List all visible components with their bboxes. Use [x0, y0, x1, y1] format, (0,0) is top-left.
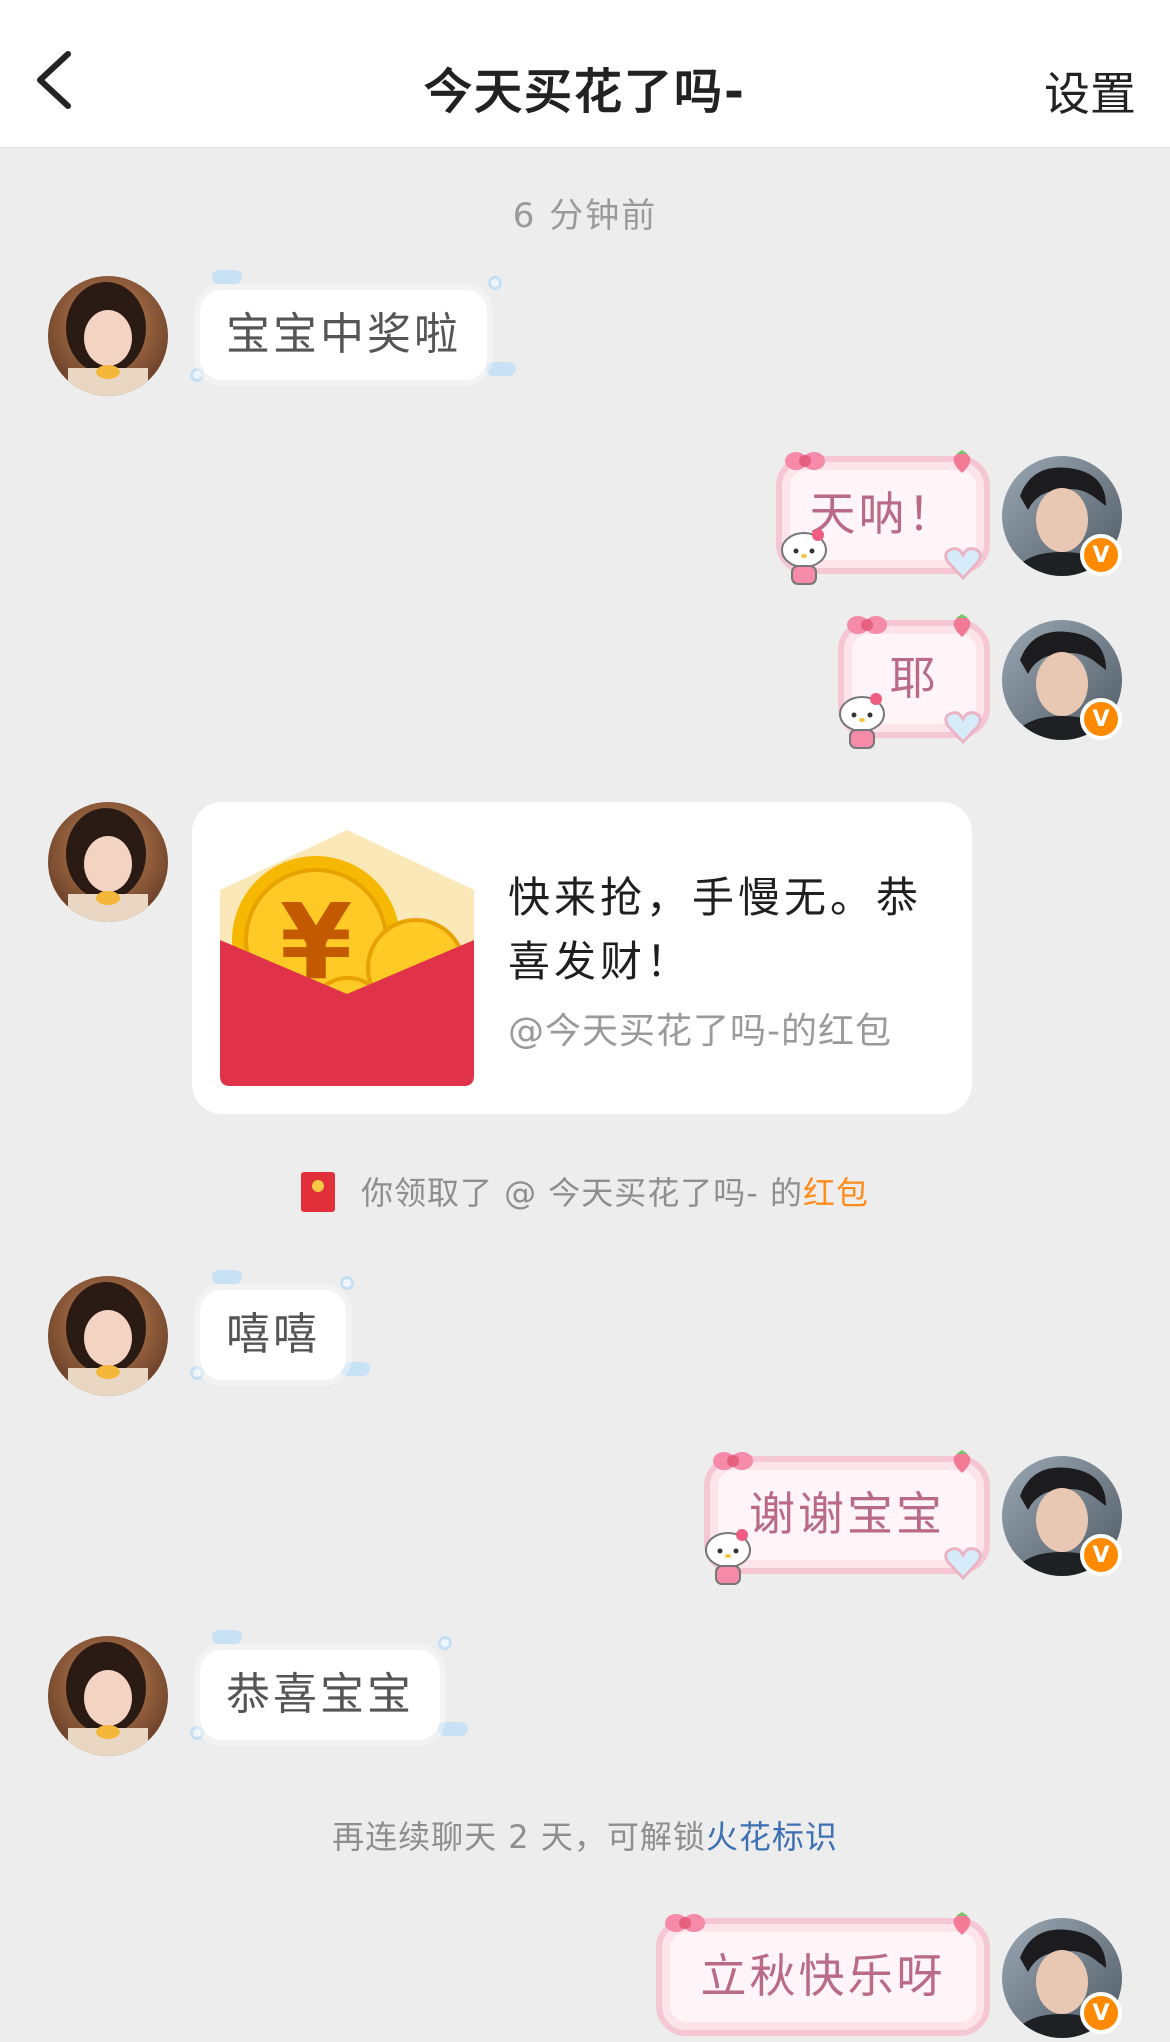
verified-badge-icon: V	[1080, 534, 1122, 576]
bow-icon	[847, 616, 887, 634]
message-timestamp: 6 分钟前	[512, 196, 658, 236]
contact-avatar[interactable]	[48, 802, 168, 922]
hello-kitty-icon	[839, 693, 885, 749]
red-packet-sender: @今天买花了吗-的红包	[508, 1011, 892, 1052]
contact-avatar[interactable]	[48, 1636, 168, 1756]
red-packet-small-icon	[300, 1172, 335, 1212]
contact-avatar[interactable]	[48, 276, 168, 396]
chat-header: 今天买花了吗- 设置	[0, 0, 1170, 148]
red-packet-icon: ¥	[220, 830, 474, 1086]
chat-title: 今天买花了吗-	[424, 64, 746, 120]
strawberry-icon	[953, 450, 971, 473]
heart-icon	[944, 711, 982, 744]
verified-badge-icon: V	[1080, 698, 1122, 740]
strawberry-icon	[953, 614, 971, 637]
message-bubble-incoming[interactable]: 嘻嘻	[200, 1290, 346, 1380]
message-bubble-outgoing[interactable]: 立秋快乐呀	[656, 1918, 990, 2036]
strawberry-icon	[953, 1912, 971, 1935]
verified-badge-icon: V	[1080, 1992, 1122, 2034]
heart-icon	[944, 1547, 982, 1580]
red-packet-link[interactable]: 红包	[803, 1174, 869, 1212]
bow-icon	[665, 1914, 705, 1932]
hello-kitty-icon	[781, 529, 827, 585]
spark-badge-link[interactable]: 火花标识	[706, 1818, 838, 1856]
message-bubble-incoming[interactable]: 恭喜宝宝	[200, 1650, 440, 1740]
streak-notice: 再连续聊天 2 天，可解锁火花标识	[332, 1818, 838, 1856]
red-packet-received-notice: 你领取了 @ 今天买花了吗- 的红包	[0, 1168, 1170, 1214]
bow-icon	[785, 452, 825, 470]
heart-icon	[944, 547, 982, 580]
red-packet-message: 快来抢，手慢无。恭喜发财！	[508, 873, 923, 986]
settings-button[interactable]: 设置	[1044, 58, 1136, 124]
bow-icon	[713, 1452, 753, 1470]
strawberry-icon	[953, 1450, 971, 1473]
red-packet-card[interactable]: ¥ 快来抢，手慢无。恭喜发财！ @今天买花了吗-的红包	[192, 802, 972, 1114]
hello-kitty-icon	[705, 1529, 751, 1585]
verified-badge-icon: V	[1080, 1534, 1122, 1576]
message-bubble-incoming[interactable]: 宝宝中奖啦	[200, 290, 487, 380]
contact-avatar[interactable]	[48, 1276, 168, 1396]
